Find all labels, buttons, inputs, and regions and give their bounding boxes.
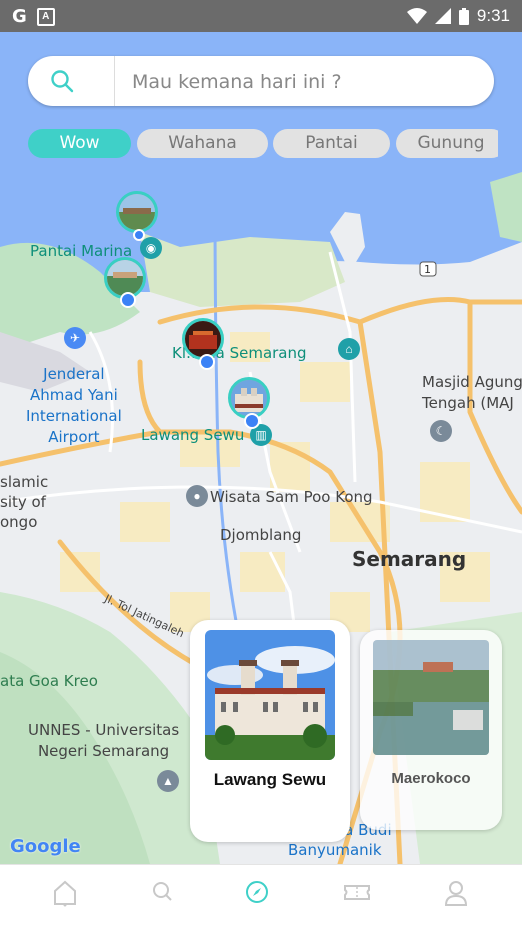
search-bar[interactable] <box>28 56 494 106</box>
maerokoco-photo <box>373 640 489 755</box>
search-icon[interactable] <box>50 69 74 93</box>
map-label-semarang: Semarang <box>352 547 467 571</box>
nav-tickets[interactable] <box>343 879 371 909</box>
category-chips: Wow Wahana Pantai Gunung <box>28 129 498 159</box>
search-divider <box>114 56 115 106</box>
nav-profile[interactable] <box>443 879 471 909</box>
battery-icon <box>458 7 469 25</box>
a-icon: A <box>36 7 55 26</box>
chip-wow[interactable]: Wow <box>28 129 131 158</box>
pin-dot <box>120 292 136 308</box>
nav-home[interactable] <box>52 879 80 909</box>
status-time: 9:31 <box>476 6 510 25</box>
place-card-maerokoco[interactable]: Maerokoco <box>360 630 502 830</box>
temple-poi-icon[interactable]: ⌂ <box>338 338 360 360</box>
map-label-islamic-university: slamic sity of ongo <box>0 473 49 531</box>
map-label-airport: Jenderal Ahmad Yani International Airpor… <box>26 365 122 446</box>
pin-dot <box>244 413 260 429</box>
search-input[interactable] <box>130 68 474 96</box>
signal-icon <box>434 8 451 24</box>
pin-dot <box>199 354 215 370</box>
nav-explore[interactable] <box>244 879 272 909</box>
home-icon <box>54 880 76 907</box>
map-label-djomblang: Djomblang <box>220 526 302 544</box>
airplane-poi-icon[interactable]: ✈ <box>64 327 86 349</box>
card-title: Maerokoco <box>391 770 471 787</box>
chip-pantai[interactable]: Pantai <box>273 129 390 158</box>
google-logo: Google <box>10 836 81 857</box>
nav-search[interactable] <box>150 879 178 909</box>
school-poi-icon[interactable]: ▲ <box>157 770 179 792</box>
bottom-nav <box>0 864 522 926</box>
map-label-unnes: UNNES - Universitas Negeri Semarang <box>28 721 180 760</box>
route-shield-label: 1 <box>424 263 431 276</box>
map-label-banyumanik: Banyumanik <box>288 841 382 859</box>
mosque-poi-icon[interactable]: ☾ <box>430 420 452 442</box>
chip-gunung[interactable]: Gunung <box>396 129 498 158</box>
map-label-sam-poo-kong: Wisata Sam Poo Kong <box>210 488 373 506</box>
profile-icon <box>444 881 468 906</box>
photo-pin-1[interactable] <box>116 191 158 233</box>
card-title: Lawang Sewu <box>213 770 327 789</box>
ticket-icon <box>344 885 370 900</box>
google-icon: G <box>12 6 27 27</box>
wifi-icon <box>406 8 427 24</box>
pin-dot <box>133 229 145 241</box>
map-label-goa-kreo: ata Goa Kreo <box>0 672 98 690</box>
search-icon <box>153 882 172 901</box>
place-card-lawang-sewu[interactable]: Lawang Sewu <box>190 620 350 842</box>
chip-wahana[interactable]: Wahana <box>137 129 268 158</box>
map-label-lawang-sewu: Lawang Sewu <box>141 426 245 444</box>
status-bar: G A 9:31 <box>0 0 522 32</box>
map-label-masjid: Masjid Agung Tengah (MAJ <box>422 373 522 412</box>
camera-poi-icon[interactable]: ◉ <box>140 237 162 259</box>
lawang-sewu-photo <box>205 630 335 760</box>
compass-icon <box>246 881 268 903</box>
attraction-poi-icon[interactable]: ● <box>186 485 208 507</box>
